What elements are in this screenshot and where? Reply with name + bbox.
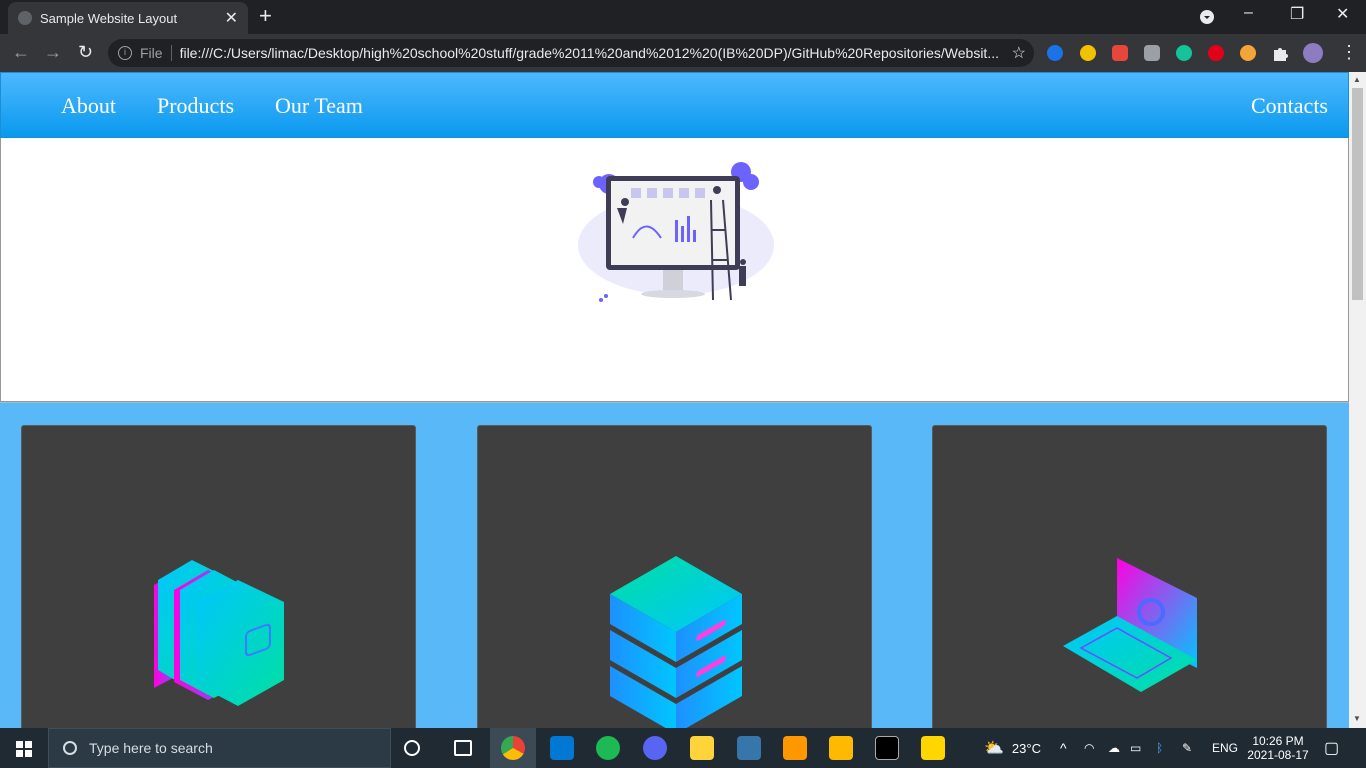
card-folders[interactable]	[21, 425, 416, 728]
adblock-icon[interactable]	[1208, 45, 1224, 61]
scroll-down-icon[interactable]: ▼	[1353, 714, 1361, 723]
windows-taskbar: Type here to search ⛅ 23°C ^ ◠ ☁ ▭ ᛒ ✎ E…	[0, 728, 1366, 768]
notification-icon[interactable]: ▢	[1324, 728, 1339, 768]
sublime-text-icon[interactable]	[783, 736, 807, 760]
globe-icon	[18, 11, 32, 25]
page-viewport: About Products Our Team Contacts ▲ ▼	[0, 72, 1366, 728]
extension-icon[interactable]	[1080, 45, 1096, 61]
file-explorer-icon[interactable]	[829, 736, 853, 760]
battery-icon[interactable]: ▭	[1130, 728, 1141, 768]
card-servers[interactable]	[477, 425, 872, 728]
nav-link-contacts[interactable]: Contacts	[1251, 93, 1328, 119]
reload-icon[interactable]: ↻	[78, 42, 93, 63]
minimize-button[interactable]: –	[1244, 4, 1253, 22]
clock[interactable]: 10:26 PM 2021-08-17	[1246, 728, 1310, 768]
url-text[interactable]: file:///C:/Users/limac/Desktop/high%20sc…	[180, 45, 1000, 61]
forward-arrow-icon[interactable]: →	[44, 42, 62, 63]
server-stack-icon	[610, 556, 742, 728]
nav-link-about[interactable]: About	[61, 93, 116, 119]
terminal-icon[interactable]	[875, 736, 899, 760]
nav-link-our-team[interactable]: Our Team	[275, 93, 363, 119]
cortana-icon[interactable]	[404, 740, 420, 756]
puzzle-icon[interactable]	[1272, 45, 1288, 61]
tab-title: Sample Website Layout	[40, 10, 178, 26]
chevron-up-icon[interactable]: ^	[1060, 728, 1067, 768]
menu-kebab-icon[interactable]: ⋮	[1340, 42, 1358, 63]
back-arrow-icon[interactable]: ←	[12, 42, 30, 63]
extension-icon[interactable]	[1144, 45, 1160, 61]
discord-icon[interactable]	[643, 736, 667, 760]
cards-section	[0, 402, 1349, 728]
network-icon[interactable]: ◠	[1084, 728, 1094, 768]
window-close-button[interactable]: ✕	[1336, 4, 1349, 24]
python-icon[interactable]	[737, 736, 761, 760]
windows-logo-icon	[16, 741, 32, 757]
extension-icon[interactable]	[1112, 45, 1128, 61]
hero-section	[0, 138, 1349, 402]
site-navbar: About Products Our Team Contacts	[0, 72, 1349, 138]
bluetooth-icon[interactable]: ᛒ	[1156, 728, 1163, 768]
task-view-icon[interactable]	[454, 740, 472, 756]
page-scrollbar[interactable]: ▲ ▼	[1349, 72, 1366, 728]
chrome-icon	[501, 736, 525, 760]
spotify-icon[interactable]	[596, 736, 620, 760]
info-icon[interactable]: i	[118, 46, 132, 60]
bookmark-star-icon[interactable]: ☆	[1012, 43, 1026, 63]
tab-close-button[interactable]: ✕	[225, 8, 238, 28]
divider	[170, 45, 172, 61]
scrollbar-thumb[interactable]	[1352, 88, 1363, 300]
python-idle-icon[interactable]	[690, 736, 714, 760]
search-icon	[63, 741, 77, 755]
dashboard-illustration	[578, 162, 774, 302]
mail-icon[interactable]	[550, 736, 574, 760]
scroll-up-icon[interactable]: ▲	[1353, 75, 1361, 84]
clock-date: 2021-08-17	[1247, 748, 1309, 762]
folders-icon	[154, 560, 284, 706]
weather-temp: 23°C	[1011, 740, 1041, 756]
extension-icon[interactable]	[1240, 45, 1256, 61]
laptop-gear-icon	[1063, 558, 1197, 692]
browser-tab-strip: Sample Website Layout ✕ + – ❐ ✕	[0, 0, 1366, 34]
scheme-label: File	[140, 45, 163, 61]
sticky-notes-icon[interactable]	[921, 736, 945, 760]
weather-widget[interactable]: ⛅ 23°C	[984, 728, 1041, 768]
extension-icon[interactable]	[1047, 45, 1063, 61]
search-placeholder: Type here to search	[89, 740, 213, 756]
grammarly-icon[interactable]	[1176, 45, 1192, 61]
pen-icon[interactable]: ✎	[1182, 728, 1192, 768]
taskbar-chrome-active[interactable]	[490, 728, 536, 768]
restore-button[interactable]: ❐	[1290, 4, 1304, 24]
address-bar[interactable]: i File file:///C:/Users/limac/Desktop/hi…	[108, 39, 1034, 67]
browser-toolbar: ← → ↻ i File file:///C:/Users/limac/Desk…	[0, 34, 1366, 72]
cloud-sun-icon: ⛅	[984, 740, 1004, 757]
onedrive-icon[interactable]: ☁	[1108, 728, 1120, 768]
nav-link-products[interactable]: Products	[157, 93, 234, 119]
language-indicator[interactable]: ENG	[1212, 728, 1238, 768]
taskbar-search[interactable]: Type here to search	[48, 728, 391, 768]
windows-start-button[interactable]	[0, 728, 48, 768]
browser-tab[interactable]: Sample Website Layout ✕	[8, 2, 248, 34]
new-tab-button[interactable]: +	[259, 5, 272, 27]
avatar[interactable]	[1303, 43, 1323, 63]
profile-dropdown-icon[interactable]	[1200, 10, 1214, 24]
clock-time: 10:26 PM	[1252, 734, 1304, 748]
card-laptop[interactable]	[932, 425, 1327, 728]
